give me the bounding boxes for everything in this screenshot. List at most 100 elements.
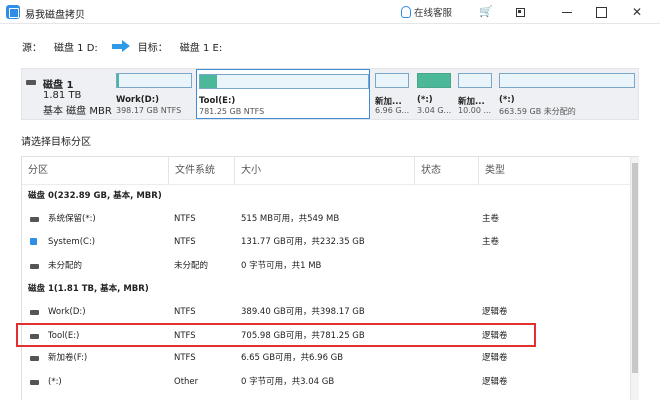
cell-size: 0 字节可用，共3.04 GB	[241, 376, 335, 387]
restore-icon[interactable]	[512, 4, 526, 20]
table-row[interactable]: 系统保留(*:) NTFS 515 MB可用，共549 MB 主卷	[22, 208, 630, 231]
table-scrollbar[interactable]	[630, 157, 639, 400]
title-bar: 易我磁盘拷贝 在线客服 🛒 ✕	[0, 0, 660, 24]
cell-partition: System(C:)	[48, 237, 96, 248]
partition-label: Tool(E:)	[199, 96, 236, 106]
scrollbar-thumb[interactable]	[632, 163, 638, 373]
drive-icon	[30, 356, 39, 362]
cell-partition: 未分配的	[48, 260, 83, 271]
partition-usage-bar	[375, 73, 409, 88]
cell-size: 705.98 GB可用，共781.25 GB	[241, 331, 365, 342]
column-partition[interactable]: 分区	[22, 157, 169, 185]
partition-info: 6.96 G...	[375, 106, 410, 115]
partition-info: 3.04 G...	[417, 106, 452, 115]
cell-partition: 系统保留(*:)	[48, 214, 96, 225]
partition-usage-fill	[117, 74, 119, 87]
cell-filesystem: NTFS	[174, 353, 196, 364]
cell-partition: Work(D:)	[48, 307, 86, 317]
drive-icon	[30, 263, 39, 269]
source-value: 磁盘 1 D:	[54, 42, 98, 54]
partition-block[interactable]: (*:) 663.59 GB 未分配的	[497, 69, 637, 119]
support-icon	[401, 6, 411, 18]
column-status[interactable]: 状态	[415, 157, 479, 185]
partition-info: 781.25 GB NTFS	[199, 107, 265, 116]
partition-info: 663.59 GB 未分配的	[499, 107, 576, 116]
partition-usage-bar	[199, 74, 369, 89]
source-label: 源：	[22, 42, 42, 54]
copy-route: 源： 磁盘 1 D: 目标： 磁盘 1 E:	[22, 38, 222, 54]
disk-icon	[26, 80, 36, 85]
app-title: 易我磁盘拷贝	[25, 10, 85, 21]
drive-icon	[30, 334, 39, 340]
table-row[interactable]: Tool(E:) NTFS 705.98 GB可用，共781.25 GB 逻辑卷	[16, 323, 536, 348]
partition-block[interactable]: Tool(E:) 781.25 GB NTFS	[196, 69, 370, 119]
table-row[interactable]: Work(D:) NTFS 389.40 GB可用，共398.17 GB 逻辑卷	[22, 301, 630, 324]
drive-icon	[30, 217, 39, 223]
partition-block[interactable]: 新加... 6.96 G...	[373, 69, 411, 119]
arrow-right-icon	[111, 40, 130, 52]
partition-label: (*:)	[499, 95, 515, 105]
partition-block[interactable]: 新加... 10.00 ...	[456, 69, 494, 119]
disk-size: 1.81 TB	[43, 90, 82, 101]
partition-table: 分区 文件系统 大小 状态 类型 磁盘 0(232.89 GB, 基本, MBR…	[16, 156, 639, 400]
table-row[interactable]: (*:) Other 0 字节可用，共3.04 GB 逻辑卷	[22, 371, 630, 394]
column-size[interactable]: 大小	[235, 157, 415, 185]
online-support-button[interactable]: 在线客服	[401, 4, 452, 20]
partition-usage-bar	[499, 73, 635, 88]
cell-filesystem: NTFS	[174, 307, 196, 317]
close-icon[interactable]: ✕	[630, 4, 644, 20]
cell-size: 131.77 GB可用，共232.35 GB	[241, 237, 365, 248]
drive-icon	[30, 310, 39, 315]
table-row[interactable]: System(C:) NTFS 131.77 GB可用，共232.35 GB 主卷	[22, 231, 630, 254]
disk-map: 磁盘 1 1.81 TB 基本 磁盘 MBR Work(D:) 398.17 GB…	[21, 68, 639, 120]
partition-usage-bar	[458, 73, 492, 88]
cell-size: 0 字节可用，共1 MB	[241, 260, 322, 271]
partition-label: Work(D:)	[116, 95, 159, 105]
disk-group-label: 磁盘 0(232.89 GB, 基本, MBR)	[28, 191, 162, 201]
cell-type: 逻辑卷	[482, 353, 508, 364]
disk-group-row: 磁盘 1(1.81 TB, 基本, MBR)	[22, 278, 630, 301]
cart-icon[interactable]: 🛒	[479, 4, 493, 20]
partition-usage-bar	[116, 73, 192, 88]
partition-block[interactable]: Work(D:) 398.17 GB NTFS	[114, 69, 194, 119]
cell-partition: Tool(E:)	[48, 331, 80, 342]
cell-partition: 新加卷(F:)	[48, 353, 88, 364]
partition-info: 10.00 ...	[458, 106, 492, 115]
support-label: 在线客服	[414, 8, 453, 19]
disk-group-label: 磁盘 1(1.81 TB, 基本, MBR)	[28, 283, 149, 294]
system-drive-icon	[30, 238, 37, 246]
table-header: 分区 文件系统 大小 状态 类型	[22, 157, 630, 185]
app-logo-icon	[6, 5, 20, 19]
cell-size: 515 MB可用，共549 MB	[241, 214, 340, 225]
minimize-icon[interactable]	[560, 4, 574, 20]
cell-type: 逻辑卷	[482, 307, 508, 317]
cell-size: 6.65 GB可用，共6.96 GB	[241, 353, 344, 364]
cell-filesystem: NTFS	[174, 331, 196, 342]
cell-filesystem: NTFS	[174, 237, 196, 248]
cell-size: 389.40 GB可用，共398.17 GB	[241, 307, 365, 317]
target-value: 磁盘 1 E:	[179, 42, 223, 54]
partition-info: 398.17 GB NTFS	[116, 106, 182, 115]
partition-block[interactable]: (*:) 3.04 G...	[415, 69, 453, 119]
cell-type: 主卷	[482, 214, 500, 225]
disk-group-row: 磁盘 0(232.89 GB, 基本, MBR)	[22, 185, 630, 208]
disk-type: 基本 磁盘 MBR	[43, 106, 112, 117]
table-row[interactable]: 未分配的 未分配的 0 字节可用，共1 MB	[22, 255, 630, 278]
maximize-icon[interactable]	[594, 4, 608, 20]
disk-name: 磁盘 1	[43, 80, 74, 91]
column-type[interactable]: 类型	[479, 157, 630, 185]
drive-icon	[30, 379, 39, 385]
partition-usage-bar	[417, 73, 451, 88]
cell-type: 逻辑卷	[482, 331, 508, 342]
cell-partition: (*:)	[48, 376, 62, 387]
target-label: 目标：	[137, 42, 168, 54]
column-filesystem[interactable]: 文件系统	[169, 157, 235, 185]
partition-label: (*:)	[417, 95, 433, 105]
section-label: 请选择目标分区	[21, 137, 91, 148]
cell-filesystem: NTFS	[174, 214, 196, 225]
partition-usage-fill	[200, 75, 217, 88]
cell-type: 逻辑卷	[482, 376, 508, 387]
cell-filesystem: Other	[174, 376, 199, 387]
table-row[interactable]: 新加卷(F:) NTFS 6.65 GB可用，共6.96 GB 逻辑卷	[22, 347, 630, 370]
cell-filesystem: 未分配的	[174, 260, 209, 271]
